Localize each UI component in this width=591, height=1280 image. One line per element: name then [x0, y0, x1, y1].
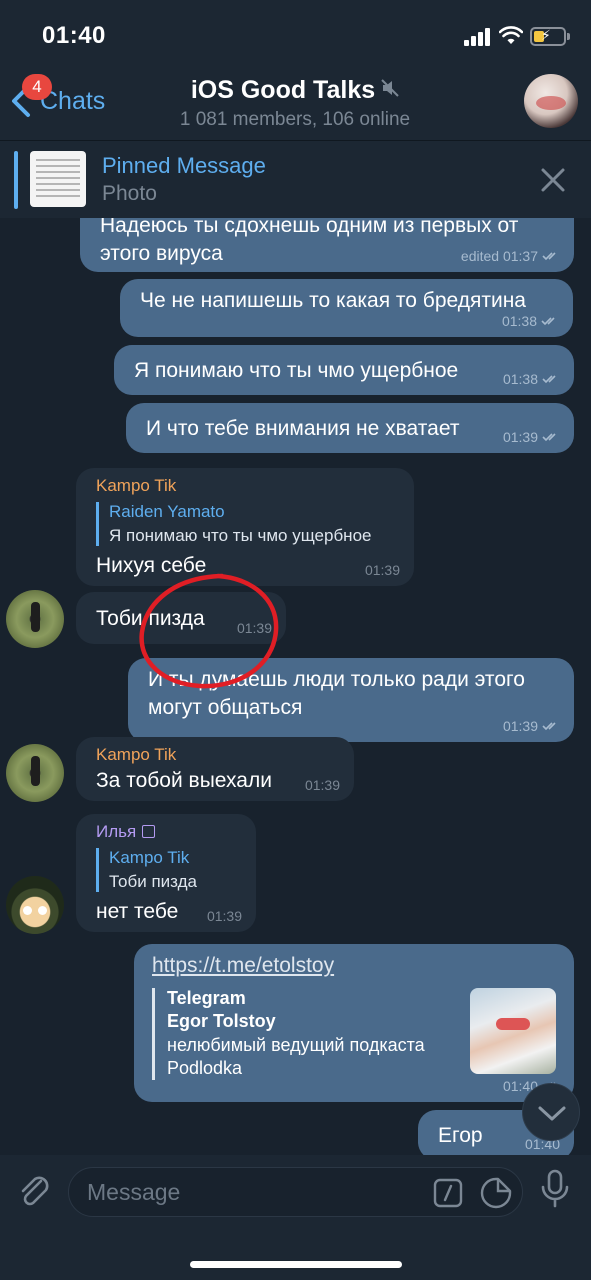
chat-member-count: 1 081 members, 106 online: [179, 109, 411, 130]
message-input-container[interactable]: [68, 1167, 523, 1217]
message-meta: edited 01:37: [461, 248, 560, 264]
chevron-down-icon: [538, 1106, 566, 1121]
sender-name: Илья: [96, 822, 236, 842]
message-time: 01:39: [206, 908, 242, 924]
sender-name: Kampo Tik: [96, 476, 177, 495]
message-meta: 01:39: [503, 429, 560, 445]
message-bubble[interactable]: Че не напишешь то какая то бредятина 01:…: [120, 279, 573, 337]
avatar[interactable]: [6, 876, 64, 934]
pinned-title: Pinned Message: [102, 153, 266, 178]
chat-header: Chats 4 iOS Good Talks 1 081 members, 10…: [0, 62, 591, 140]
paperclip-icon[interactable]: [16, 1173, 52, 1209]
reply-text: Тоби пизда: [109, 872, 197, 891]
cellular-signal-icon: [464, 28, 492, 46]
sticker-icon[interactable]: [479, 1176, 513, 1210]
message-text: Нихуя себе: [96, 554, 207, 577]
message-text: Че не напишешь то какая то бредятина: [140, 289, 526, 312]
message-input-bar: [0, 1155, 591, 1280]
message-list: Надеюсь ты сдохнешь одним из первых от э…: [0, 218, 591, 1155]
reply-quote[interactable]: Raiden Yamato Я понимаю что ты чмо ущерб…: [96, 502, 394, 546]
message-text: И что тебе внимания не хватает: [146, 417, 460, 440]
message-time: 01:39: [304, 777, 340, 793]
message-link[interactable]: https://t.me/etolstoy: [152, 954, 334, 978]
reply-author: Raiden Yamato: [109, 502, 225, 521]
link-preview[interactable]: Telegram Egor Tolstoy нелюбимый ведущий …: [152, 988, 472, 1080]
message-time: edited 01:37: [460, 248, 538, 264]
group-avatar[interactable]: [524, 74, 578, 128]
reply-quote[interactable]: Kampo Tik Тоби пизда: [96, 848, 236, 892]
preview-description: нелюбимый ведущий подкаста Podlodka: [167, 1035, 425, 1078]
avatar[interactable]: [6, 590, 64, 648]
message-meta: 01:39: [237, 620, 272, 636]
preview-title: Egor Tolstoy: [167, 1011, 276, 1031]
bot-command-icon[interactable]: [433, 1178, 463, 1208]
message-meta: 01:39: [207, 908, 242, 924]
message-time: 01:39: [502, 429, 538, 445]
message-meta: 01:38: [502, 313, 559, 329]
message-text: За тобой выехали: [96, 769, 272, 792]
message-meta: 01:39: [305, 777, 340, 793]
message-bubble[interactable]: Илья Kampo Tik Тоби пизда нет тебе 01:39: [76, 814, 256, 932]
home-indicator: [190, 1261, 402, 1268]
reply-text: Я понимаю что ты чмо ущербное: [109, 526, 372, 545]
message-time: 01:39: [236, 620, 272, 636]
message-bubble[interactable]: Надеюсь ты сдохнешь одним из первых от э…: [80, 218, 574, 272]
pinned-photo-thumbnail: [30, 151, 86, 207]
wifi-icon: [499, 26, 523, 44]
battery-icon: ⚡: [530, 27, 566, 46]
sender-name-text: Илья: [96, 822, 137, 841]
message-time: 01:38: [501, 313, 537, 329]
message-meta: 01:39: [365, 562, 400, 578]
microphone-icon[interactable]: [540, 1169, 570, 1209]
pinned-message-bar[interactable]: Pinned Message Photo: [0, 140, 591, 218]
read-ticks-icon: [541, 317, 555, 326]
close-icon[interactable]: [540, 167, 566, 193]
scroll-to-bottom-button[interactable]: [522, 1083, 580, 1141]
message-meta: 01:38: [503, 371, 560, 387]
link-message-bubble[interactable]: https://t.me/etolstoy Telegram Egor Tols…: [134, 944, 574, 1102]
message-meta: 01:39: [503, 718, 560, 734]
pinned-accent-bar: [14, 151, 18, 209]
pinned-subtitle: Photo: [102, 182, 157, 205]
read-ticks-icon: [542, 375, 556, 384]
message-text: Я понимаю что ты чмо ущербное: [134, 359, 459, 382]
read-ticks-icon: [542, 252, 556, 261]
message-input[interactable]: [87, 1168, 427, 1216]
status-bar: 01:40 ⚡: [0, 0, 591, 62]
reply-author: Kampo Tik: [109, 848, 190, 867]
avatar[interactable]: [6, 744, 64, 802]
message-bubble[interactable]: Тоби пизда 01:39: [76, 592, 286, 644]
read-ticks-icon: [542, 722, 556, 731]
status-time: 01:40: [42, 22, 106, 49]
message-time: 01:39: [364, 562, 400, 578]
preview-site-name: Telegram: [167, 988, 246, 1008]
chat-title: iOS Good Talks: [190, 76, 376, 104]
message-text: И ты думаешь люди только ради этого могу…: [148, 668, 525, 719]
message-bubble[interactable]: Я понимаю что ты чмо ущербное 01:38: [114, 345, 574, 395]
message-bubble[interactable]: Kampo Tik За тобой выехали 01:39: [76, 737, 354, 801]
battery-cap: [567, 33, 570, 40]
read-ticks-icon: [542, 433, 556, 442]
message-time: 01:38: [502, 371, 538, 387]
message-bubble[interactable]: И что тебе внимания не хватает 01:39: [126, 403, 574, 453]
chat-title-area[interactable]: iOS Good Talks 1 081 members, 106 online: [120, 76, 470, 131]
preview-photo: [470, 988, 556, 1074]
message-time: 01:39: [502, 718, 538, 734]
message-bubble[interactable]: И ты думаешь люди только ради этого могу…: [128, 658, 574, 742]
sender-name: Kampo Tik: [96, 745, 177, 764]
message-bubble[interactable]: Kampo Tik Raiden Yamato Я понимаю что ты…: [76, 468, 414, 586]
unread-badge: 4: [22, 74, 52, 100]
admin-badge-icon: [142, 825, 156, 838]
muted-speaker-icon: [381, 79, 399, 97]
